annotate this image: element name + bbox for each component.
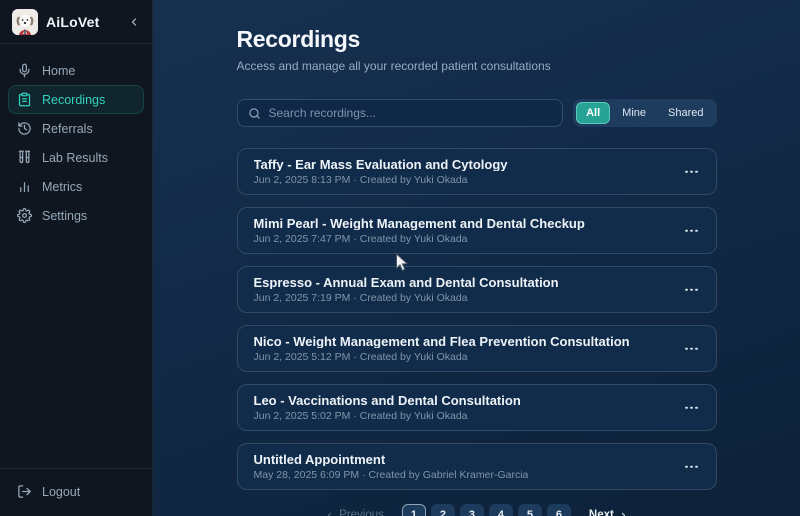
page-button-1[interactable]: 1	[402, 504, 426, 516]
recording-card[interactable]: Untitled Appointment May 28, 2025 6:09 P…	[237, 443, 717, 490]
next-label: Next	[589, 509, 614, 516]
sidebar-item-label: Metrics	[42, 180, 82, 194]
recording-card[interactable]: Leo - Vaccinations and Dental Consultati…	[237, 384, 717, 431]
sidebar-item-label: Recordings	[42, 93, 105, 107]
recording-meta: Jun 2, 2025 8:13 PM · Created by Yuki Ok…	[254, 174, 672, 186]
page-button-6[interactable]: 6	[547, 504, 571, 516]
more-menu-icon[interactable]	[681, 461, 702, 472]
search-icon	[248, 107, 261, 120]
recording-meta: Jun 2, 2025 5:02 PM · Created by Yuki Ok…	[254, 410, 672, 422]
recordings-list: Taffy - Ear Mass Evaluation and Cytology…	[237, 148, 717, 490]
sidebar-header: AiLoVet	[0, 0, 152, 44]
recording-meta: May 28, 2025 6:09 PM · Created by Gabrie…	[254, 469, 672, 481]
previous-page-button[interactable]: Previous	[325, 509, 384, 516]
gear-icon	[17, 208, 32, 223]
sidebar-item-settings[interactable]: Settings	[8, 201, 144, 230]
recording-card[interactable]: Nico - Weight Management and Flea Preven…	[237, 325, 717, 372]
sidebar-item-recordings[interactable]: Recordings	[8, 85, 144, 114]
recording-title: Taffy - Ear Mass Evaluation and Cytology	[254, 157, 672, 171]
next-page-button[interactable]: Next	[589, 509, 628, 516]
sidebar-item-referrals[interactable]: Referrals	[8, 114, 144, 143]
clipboard-icon	[17, 92, 32, 107]
sidebar-item-label: Settings	[42, 209, 87, 223]
microphone-icon	[17, 63, 32, 78]
recording-title: Espresso - Annual Exam and Dental Consul…	[254, 275, 672, 289]
chevron-left-icon	[128, 16, 140, 28]
dog-logo-icon	[12, 9, 38, 35]
bar-chart-icon	[17, 179, 32, 194]
page-button-3[interactable]: 3	[460, 504, 484, 516]
more-menu-icon[interactable]	[681, 343, 702, 354]
recording-card[interactable]: Mimi Pearl - Weight Management and Denta…	[237, 207, 717, 254]
main-content: Recordings Access and manage all your re…	[153, 0, 800, 516]
sidebar-item-home[interactable]: Home	[8, 56, 144, 85]
page-button-5[interactable]: 5	[518, 504, 542, 516]
recording-meta: Jun 2, 2025 7:19 PM · Created by Yuki Ok…	[254, 292, 672, 304]
search-input[interactable]	[269, 106, 553, 120]
filter-option-shared[interactable]: Shared	[658, 102, 713, 124]
chevron-left-icon	[325, 511, 334, 516]
sidebar-collapse-button[interactable]	[128, 16, 140, 28]
pagination: Previous 1 2 3 4 5 6 Next	[237, 502, 717, 516]
recording-title: Leo - Vaccinations and Dental Consultati…	[254, 393, 672, 407]
recording-meta: Jun 2, 2025 5:12 PM · Created by Yuki Ok…	[254, 351, 672, 363]
search-box[interactable]	[237, 99, 564, 127]
toolbar: All Mine Shared	[237, 99, 717, 127]
history-icon	[17, 121, 32, 136]
page-button-2[interactable]: 2	[431, 504, 455, 516]
recording-card[interactable]: Taffy - Ear Mass Evaluation and Cytology…	[237, 148, 717, 195]
chevron-right-icon	[619, 511, 628, 516]
sidebar-item-label: Lab Results	[42, 151, 108, 165]
page-title: Recordings	[237, 26, 717, 52]
recording-meta: Jun 2, 2025 7:47 PM · Created by Yuki Ok…	[254, 233, 672, 245]
sidebar-item-metrics[interactable]: Metrics	[8, 172, 144, 201]
more-menu-icon[interactable]	[681, 225, 702, 236]
more-menu-icon[interactable]	[681, 402, 702, 413]
logout-button[interactable]: Logout	[8, 477, 144, 506]
more-menu-icon[interactable]	[681, 284, 702, 295]
logout-icon	[17, 484, 32, 499]
sidebar-footer: Logout	[0, 468, 152, 516]
logout-label: Logout	[42, 485, 80, 499]
sidebar-item-label: Referrals	[42, 122, 93, 136]
filter-segmented-control: All Mine Shared	[573, 99, 716, 127]
filter-option-all[interactable]: All	[576, 102, 610, 124]
recording-card[interactable]: Espresso - Annual Exam and Dental Consul…	[237, 266, 717, 313]
app-name: AiLoVet	[46, 14, 120, 30]
sidebar-item-label: Home	[42, 64, 75, 78]
recording-title: Untitled Appointment	[254, 452, 672, 466]
recording-title: Nico - Weight Management and Flea Preven…	[254, 334, 672, 348]
sidebar: AiLoVet Home Recordings	[0, 0, 153, 516]
page-subtitle: Access and manage all your recorded pati…	[237, 59, 717, 73]
filter-option-mine[interactable]: Mine	[612, 102, 656, 124]
app-logo	[12, 9, 38, 35]
sidebar-item-lab-results[interactable]: Lab Results	[8, 143, 144, 172]
previous-label: Previous	[339, 509, 384, 516]
recording-title: Mimi Pearl - Weight Management and Denta…	[254, 216, 672, 230]
more-menu-icon[interactable]	[681, 166, 702, 177]
test-tubes-icon	[17, 150, 32, 165]
page-button-4[interactable]: 4	[489, 504, 513, 516]
sidebar-nav: Home Recordings Referrals	[0, 44, 152, 230]
